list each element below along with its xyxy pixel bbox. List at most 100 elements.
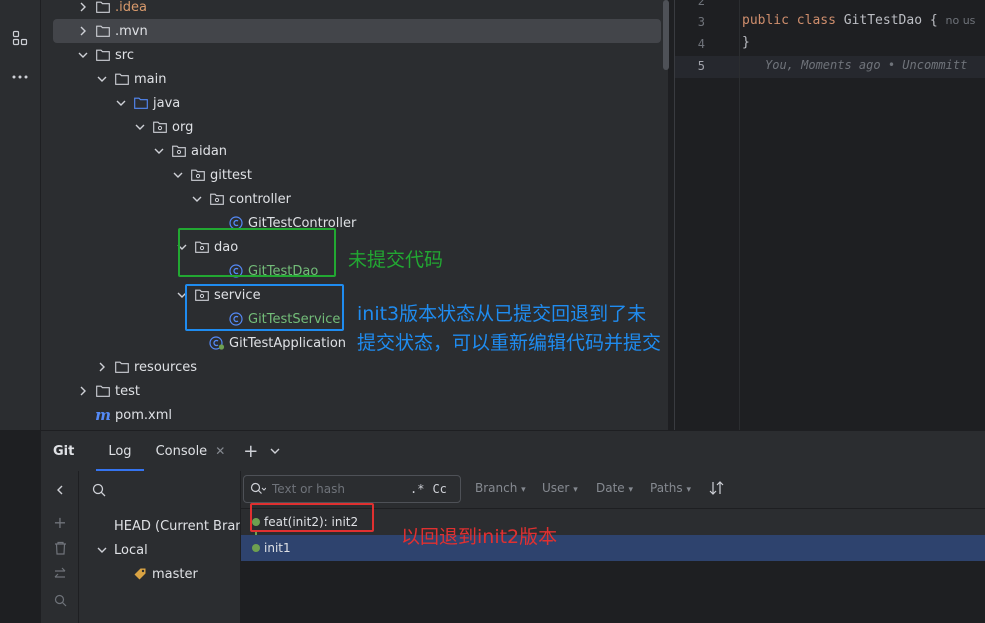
tree-item-label: gittest	[210, 167, 252, 183]
commit-dot	[252, 544, 260, 552]
git-side-toolbar: +	[41, 471, 79, 623]
search-icon	[250, 482, 266, 494]
chevron-down-icon[interactable]	[132, 119, 148, 135]
commit-row[interactable]: init1	[241, 535, 985, 561]
gutter-divider	[739, 0, 740, 430]
tree-item-org[interactable]: org	[132, 115, 193, 139]
annotation-rollback-to: 以回退到init2版本	[401, 526, 558, 548]
chevron-right-icon[interactable]	[75, 23, 91, 39]
delete-icon[interactable]	[51, 539, 69, 557]
folder-icon	[95, 383, 111, 399]
tree-item-resources[interactable]: resources	[94, 355, 197, 379]
local-label: Local	[114, 542, 148, 558]
branch-search-icon[interactable]	[92, 478, 106, 502]
tree-item--mvn[interactable]: .mvn	[53, 19, 661, 43]
tree-item-gittest[interactable]: gittest	[170, 163, 252, 187]
line-number: 3	[697, 15, 705, 29]
package-icon	[190, 167, 206, 183]
tree-item-label: .idea	[115, 0, 147, 15]
tree-item--idea[interactable]: .idea	[75, 0, 147, 19]
filter-date[interactable]: Date ▾	[596, 481, 633, 495]
code-editor[interactable]: 2 3 4 5 public class GitTestDao { no us …	[674, 0, 985, 430]
collapse-icon[interactable]	[51, 481, 69, 499]
chevron-right-icon[interactable]	[94, 359, 110, 375]
match-case-toggle[interactable]: Cc	[432, 482, 446, 496]
chevron-right-icon[interactable]	[75, 0, 91, 15]
chevron-right-icon[interactable]	[75, 383, 91, 399]
search-icon[interactable]	[51, 591, 69, 609]
tree-item-src[interactable]: src	[75, 43, 134, 67]
tree-item-main[interactable]: main	[94, 67, 166, 91]
tree-item-label: main	[134, 71, 167, 87]
filter-paths[interactable]: Paths ▾	[650, 481, 691, 495]
tree-item-controller[interactable]: controller	[189, 187, 291, 211]
tree-item-java[interactable]: java	[113, 91, 180, 115]
filter-user[interactable]: User ▾	[542, 481, 578, 495]
usages-hint[interactable]: no us	[946, 14, 976, 27]
annotation-box-blue	[185, 284, 344, 331]
head-branch-label: HEAD (Current Branch)	[114, 518, 240, 534]
add-icon[interactable]: +	[51, 513, 69, 532]
annotation-box-red	[250, 503, 374, 532]
chevron-down-icon[interactable]	[75, 47, 91, 63]
close-icon[interactable]: ✕	[215, 444, 225, 458]
project-panel: .idea .mvn src main java org aidan gittest contr…	[41, 0, 668, 430]
folder-icon	[114, 71, 130, 87]
head-branch[interactable]: HEAD (Current Branch)	[114, 514, 240, 538]
tab-log[interactable]: Log	[96, 431, 143, 471]
tree-item-label: resources	[134, 359, 198, 375]
add-tab-icon[interactable]: +	[237, 431, 264, 471]
sort-icon[interactable]	[709, 480, 727, 499]
tree-item-label: .mvn	[115, 23, 148, 39]
more-icon[interactable]	[10, 67, 30, 87]
tree-item-test[interactable]: test	[75, 379, 140, 403]
commit-message: init1	[264, 541, 291, 555]
tag-icon	[132, 566, 148, 582]
chevron-down-icon[interactable]	[113, 95, 129, 111]
log-search-input[interactable]	[272, 482, 402, 496]
commit-log: .* Cc Branch ▾ User ▾ Date ▾ Paths ▾ fea…	[241, 471, 985, 623]
regex-toggle[interactable]: .*	[410, 482, 424, 496]
line-number: 5	[697, 59, 705, 73]
folder-icon	[114, 359, 130, 375]
package-icon	[152, 119, 168, 135]
tab-console[interactable]: Console ✕	[144, 431, 238, 471]
tree-item-label: src	[115, 47, 134, 63]
filter-branch[interactable]: Branch ▾	[475, 481, 526, 495]
filter-paths-label: Paths	[650, 481, 683, 495]
folder-icon	[95, 23, 111, 39]
chevron-down-icon[interactable]	[151, 143, 167, 159]
chevron-down-icon[interactable]	[189, 191, 205, 207]
code-line: public class GitTestDao { no us	[742, 13, 975, 28]
folder-icon	[95, 47, 111, 63]
tree-item-label: java	[153, 95, 181, 111]
structure-icon[interactable]	[10, 28, 30, 48]
tab-console-label: Console	[155, 443, 208, 459]
tree-item-label: org	[172, 119, 194, 135]
git-tab-bar: Git Log Console ✕ +	[41, 431, 985, 471]
source-folder-icon	[133, 95, 149, 111]
log-search-box[interactable]: .* Cc	[243, 475, 461, 503]
folder-icon	[95, 0, 111, 15]
maven-icon: m	[95, 406, 111, 424]
blame-text: You, Moments ago • Uncommitt	[765, 58, 968, 72]
line-number: 4	[697, 37, 705, 51]
branch-master[interactable]: master	[132, 562, 198, 586]
compare-icon[interactable]	[51, 565, 69, 583]
local-branches-node[interactable]: Local	[94, 538, 148, 562]
chevron-down-icon[interactable]	[170, 167, 186, 183]
package-icon	[209, 191, 225, 207]
tree-item-label: test	[115, 383, 140, 399]
tree-item-gittestapplication[interactable]: GitTestApplication	[189, 331, 346, 355]
chevron-down-icon[interactable]	[264, 431, 286, 471]
tree-item-pom-xml[interactable]: m pom.xml	[75, 403, 172, 427]
branches-panel: HEAD (Current Branch) Local master	[80, 471, 241, 623]
tree-item-aidan[interactable]: aidan	[151, 139, 227, 163]
chevron-down-icon[interactable]	[94, 542, 110, 558]
chevron-down-icon[interactable]	[94, 71, 110, 87]
project-scrollbar[interactable]	[663, 0, 669, 70]
annotation-rollback-line2: 提交状态，可以重新编辑代码并提交	[357, 332, 662, 354]
tab-log-label: Log	[108, 443, 132, 459]
